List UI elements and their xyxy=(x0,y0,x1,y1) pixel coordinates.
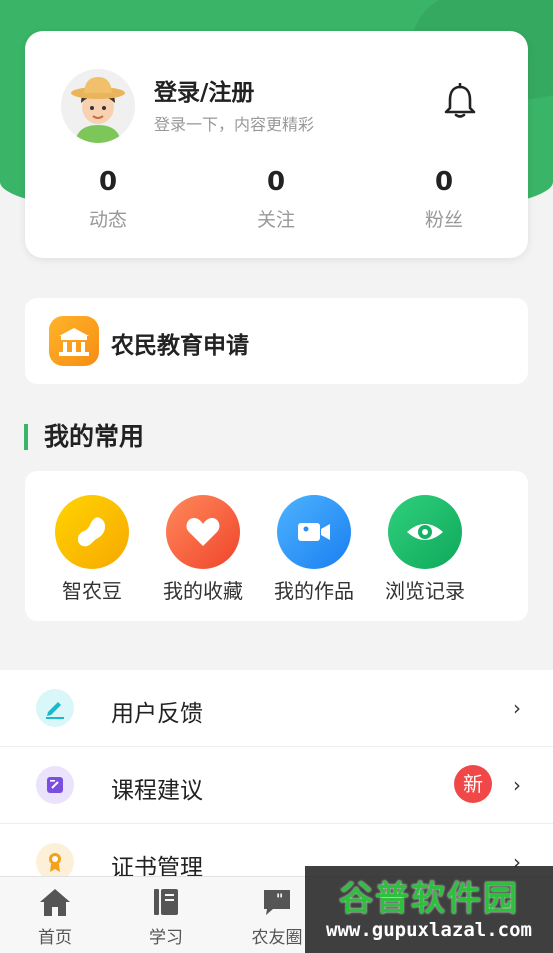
svg-text:": " xyxy=(276,892,283,908)
bell-icon[interactable] xyxy=(443,82,477,119)
fav-item-works[interactable]: 我的作品 xyxy=(264,495,364,604)
stat-value: 0 xyxy=(98,167,118,197)
section-title-favorites: 我的常用 xyxy=(24,424,144,450)
video-camera-icon xyxy=(277,495,351,569)
fav-label: 我的收藏 xyxy=(163,579,243,603)
stat-value: 0 xyxy=(266,167,286,197)
profile-card: 登录/注册 登录一下，内容更精彩 0 动态 0 关注 0 粉丝 xyxy=(25,31,528,258)
watermark-url: www.gupuxlazal.com xyxy=(326,918,532,941)
heart-icon xyxy=(166,495,240,569)
stat-label: 粉丝 xyxy=(424,209,463,231)
fav-label: 我的作品 xyxy=(274,579,354,603)
watermark: 谷普软件园 www.gupuxlazal.com xyxy=(305,866,553,953)
tab-home[interactable]: 首页 xyxy=(15,885,95,948)
education-apply-card[interactable]: 农民教育申请 xyxy=(25,298,528,384)
stat-fans[interactable]: 0 粉丝 xyxy=(384,167,504,232)
menu-label: 课程建议 xyxy=(111,778,203,804)
stat-following[interactable]: 0 关注 xyxy=(216,167,336,232)
tab-label: 学习 xyxy=(149,928,183,948)
watermark-title: 谷普软件园 xyxy=(339,878,519,919)
stat-label: 动态 xyxy=(88,209,127,231)
menu-label: 用户反馈 xyxy=(111,701,203,727)
new-badge: 新 xyxy=(454,765,492,803)
fav-label: 智农豆 xyxy=(62,579,122,603)
fav-item-beans[interactable]: 智农豆 xyxy=(42,495,142,604)
note-edit-icon xyxy=(36,766,74,804)
menu-item-feedback[interactable]: 用户反馈 › xyxy=(0,670,553,747)
fav-item-history[interactable]: 浏览记录 xyxy=(375,495,475,604)
school-icon xyxy=(49,316,99,366)
eye-icon xyxy=(388,495,462,569)
stat-label: 关注 xyxy=(256,209,295,231)
edit-pen-icon xyxy=(36,689,74,727)
chevron-right-icon: › xyxy=(513,696,521,720)
home-icon xyxy=(15,885,95,919)
login-title[interactable]: 登录/注册 xyxy=(154,73,254,107)
chevron-right-icon: › xyxy=(513,773,521,797)
favorites-card: 智农豆 我的收藏 我的作品 浏览记录 xyxy=(25,471,528,621)
stat-value: 0 xyxy=(434,167,454,197)
fav-item-collection[interactable]: 我的收藏 xyxy=(153,495,253,604)
bean-icon xyxy=(55,495,129,569)
login-subtitle: 登录一下，内容更精彩 xyxy=(154,115,315,134)
book-icon xyxy=(126,885,206,919)
education-apply-label: 农民教育申请 xyxy=(111,333,249,359)
menu-item-course-suggestion[interactable]: 课程建议 新 › xyxy=(0,747,553,824)
fav-label: 浏览记录 xyxy=(385,579,465,603)
avatar[interactable] xyxy=(61,69,135,143)
tab-label: 首页 xyxy=(38,928,72,948)
tab-study[interactable]: 学习 xyxy=(126,885,206,948)
stat-posts[interactable]: 0 动态 xyxy=(48,167,168,232)
